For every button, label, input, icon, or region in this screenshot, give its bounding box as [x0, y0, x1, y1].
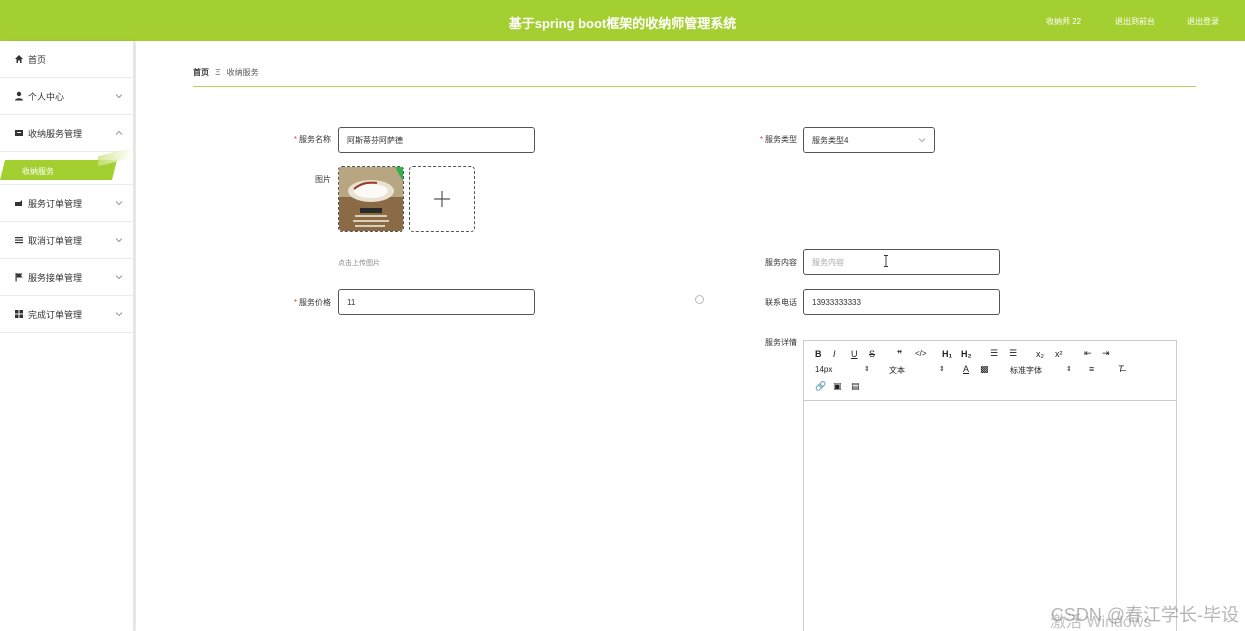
italic-button[interactable]: I [833, 349, 836, 359]
service-content-input[interactable]: 服务内容 [803, 249, 1000, 275]
main-content: 首页 Ξ 收纳服务 * 服务名称 阿斯蒂芬阿萨德 * 服务类型 服务类型4 图片 点… [136, 41, 1245, 631]
link-icon[interactable]: 🔗 [815, 381, 826, 392]
logout-link[interactable]: 退出登录 [1187, 16, 1219, 27]
sidebar-subitem-label: 收纳服务 [22, 167, 54, 176]
font-family-select[interactable]: 标准字体 [1010, 365, 1042, 376]
clear-format-icon[interactable]: T̶ [1118, 364, 1124, 374]
sidebar-item-label: 服务接单管理 [28, 272, 83, 283]
upload-hint: 点击上传图片 [338, 260, 380, 267]
grid-icon [13, 309, 24, 320]
bold-button[interactable]: B [815, 349, 822, 359]
top-bar: 基于spring boot框架的收纳师管理系统 收纳师 22 退出到前台 退出登… [0, 0, 1245, 41]
list-icon [13, 235, 24, 246]
service-content-label: 服务内容 [765, 258, 797, 267]
underline-button[interactable]: U [851, 349, 858, 359]
service-type-value: 服务类型4 [812, 135, 849, 145]
uploaded-image-thumbnail[interactable] [338, 166, 404, 232]
chevron-down-icon [115, 94, 123, 99]
chevron-up-icon [115, 130, 123, 135]
quote-icon[interactable]: ❞ [897, 349, 902, 360]
user-icon [13, 91, 24, 102]
breadcrumb: 首页 Ξ 收纳服务 [193, 67, 259, 78]
superscript-button[interactable]: x² [1055, 349, 1063, 359]
font-color-icon[interactable]: A [963, 364, 969, 374]
breadcrumb-separator: Ξ [215, 68, 221, 77]
chevron-down-icon [115, 238, 123, 243]
image-icon[interactable]: ▣ [833, 381, 842, 392]
sidebar-item-cancel-orders[interactable]: 取消订单管理 [0, 222, 133, 259]
flag-icon [13, 272, 24, 283]
sidebar-item-profile[interactable]: 个人中心 [0, 78, 133, 115]
sidebar-item-label: 取消订单管理 [28, 235, 83, 246]
bullet-list-icon[interactable]: ☰ [1009, 348, 1017, 359]
code-icon[interactable]: </> [915, 349, 927, 358]
csdn-watermark: CSDN @春江学长-毕设 [1050, 605, 1239, 625]
home-icon [13, 54, 24, 65]
sidebar-subitem-storage-service[interactable]: 收纳服务 [0, 147, 133, 185]
service-price-input[interactable]: 11 [338, 289, 535, 315]
sidebar-item-accept-orders[interactable]: 服务接单管理 [0, 259, 133, 296]
editor-toolbar: B I U S ❞ </> H₁ H₂ ☰ ☰ x₂ x² ⇤ ⇥ 14px ⇕… [804, 341, 1176, 401]
video-icon[interactable]: ▤ [851, 381, 860, 392]
sidebar-item-label: 完成订单管理 [28, 309, 83, 320]
clear-icon[interactable] [695, 295, 704, 304]
service-detail-label: 服务详情 [765, 338, 797, 347]
current-user[interactable]: 收纳师 22 [1046, 16, 1081, 27]
contact-phone-label: 联系电话 [765, 298, 797, 307]
image-label: 图片 [315, 175, 331, 184]
sidebar-item-label: 个人中心 [28, 91, 65, 102]
sidebar-item-storage-service[interactable]: 收纳服务管理 [0, 115, 133, 152]
chevron-down-icon [115, 312, 123, 317]
background-color-icon[interactable]: ▩ [980, 364, 989, 375]
breadcrumb-home[interactable]: 首页 [193, 68, 209, 77]
service-name-input[interactable]: 阿斯蒂芬阿萨德 [338, 127, 535, 153]
sidebar-item-label: 服务订单管理 [28, 198, 83, 209]
chevron-down-icon [115, 275, 123, 280]
chevron-down-icon [918, 138, 926, 143]
plus-icon [434, 191, 450, 207]
rich-text-editor: B I U S ❞ </> H₁ H₂ ☰ ☰ x₂ x² ⇤ ⇥ 14px ⇕… [803, 340, 1177, 631]
outdent-icon[interactable]: ⇤ [1084, 348, 1092, 359]
cart-icon [13, 198, 24, 209]
sidebar-item-complete-orders[interactable]: 完成订单管理 [0, 296, 133, 333]
text-cursor-icon [884, 255, 888, 267]
h1-button[interactable]: H₁ [942, 349, 952, 359]
h2-button[interactable]: H₂ [961, 349, 972, 359]
add-image-button[interactable] [409, 166, 475, 232]
sidebar-item-service-orders[interactable]: 服务订单管理 [0, 185, 133, 222]
breadcrumb-current: 收纳服务 [226, 68, 259, 77]
service-type-label: * 服务类型 [759, 135, 797, 144]
back-to-front-link[interactable]: 退出到前台 [1115, 16, 1155, 27]
product-photo [339, 167, 403, 231]
font-size-select[interactable]: 14px [815, 365, 832, 374]
block-type-select[interactable]: 文本 [889, 365, 905, 376]
sidebar-item-label: 首页 [28, 54, 47, 65]
subscript-button[interactable]: x₂ [1036, 349, 1044, 359]
chevron-down-icon [115, 201, 123, 206]
sidebar-item-label: 收纳服务管理 [28, 128, 83, 139]
ordered-list-icon[interactable]: ☰ [990, 348, 998, 359]
service-type-select[interactable]: 服务类型4 [803, 127, 935, 153]
breadcrumb-divider [193, 86, 1196, 87]
service-name-label: * 服务名称 [293, 135, 331, 144]
sidebar: 首页 个人中心 收纳服务管理 收纳服务 服务订单管理 取消订单管理 服务接单管理… [0, 41, 134, 631]
contact-phone-input[interactable]: 13933333333 [803, 289, 1000, 315]
align-icon[interactable]: ≡ [1089, 364, 1094, 374]
strike-button[interactable]: S [869, 349, 875, 359]
font-family-arrow-icon: ⇕ [1066, 366, 1072, 373]
indent-icon[interactable]: ⇥ [1102, 348, 1110, 359]
service-price-label: * 服务价格 [293, 298, 331, 307]
block-type-arrow-icon: ⇕ [939, 366, 945, 373]
sidebar-item-home[interactable]: 首页 [0, 41, 133, 78]
font-size-arrow-icon: ⇕ [864, 366, 870, 373]
box-icon [13, 128, 24, 139]
